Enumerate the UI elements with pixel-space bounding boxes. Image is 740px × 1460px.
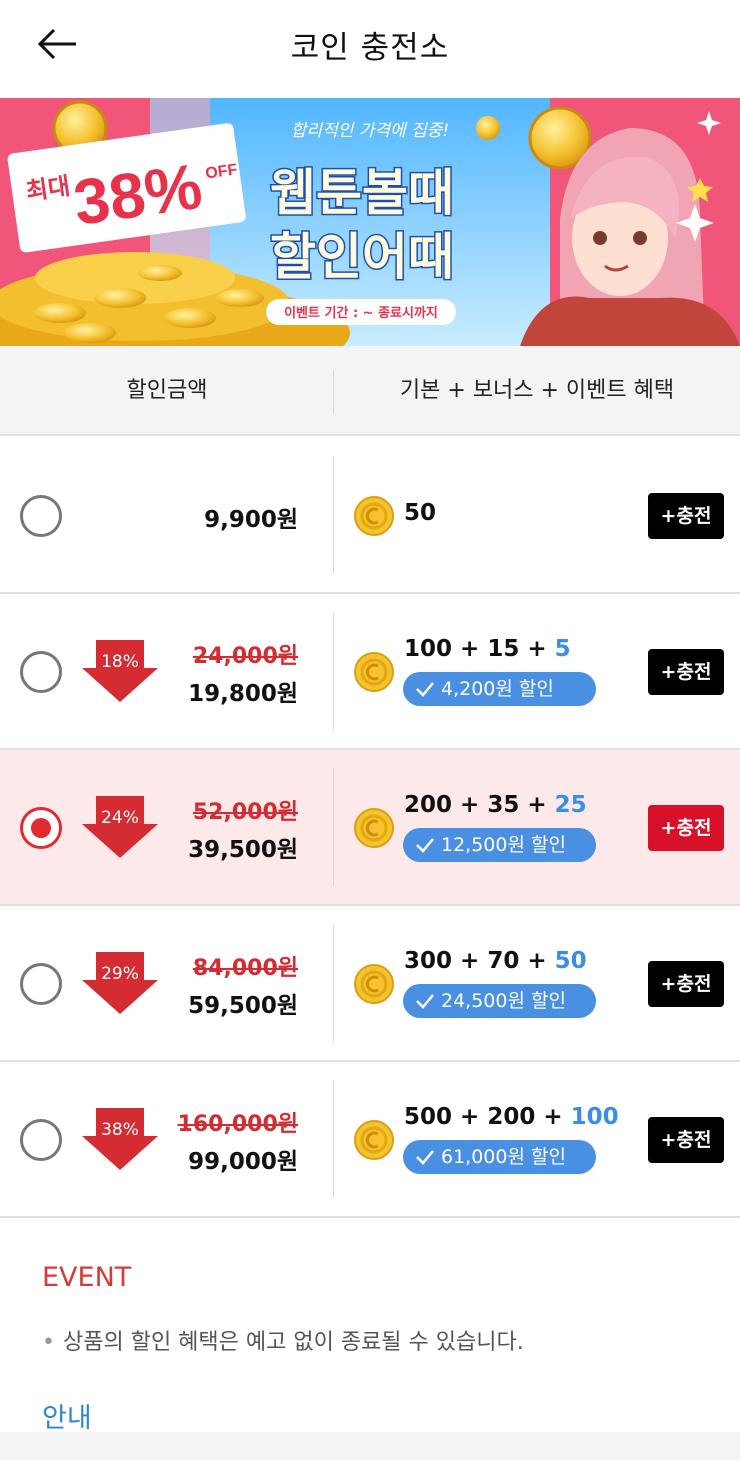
charge-button[interactable]: +충전 bbox=[648, 493, 724, 539]
down-arrow-icon bbox=[82, 640, 158, 702]
column-divider bbox=[333, 456, 334, 574]
saving-badge: 4,200원 할인 bbox=[403, 672, 596, 706]
package-row-59500[interactable]: 29% 84,000원 59,500원 300 + 70 + 50 24,500… bbox=[0, 906, 740, 1062]
original-price: 160,000원 bbox=[177, 1112, 298, 1137]
app-header: 코인 충전소 bbox=[0, 0, 740, 98]
original-price: 52,000원 bbox=[192, 800, 298, 825]
charge-button[interactable]: +충전 bbox=[648, 1117, 724, 1163]
down-arrow-icon bbox=[82, 952, 158, 1014]
column-header-benefit: 기본 + 보너스 + 이벤트 혜택 bbox=[399, 378, 675, 403]
package-radio[interactable] bbox=[20, 651, 62, 693]
discount-percent: 24% bbox=[101, 808, 139, 828]
saving-badge: 61,000원 할인 bbox=[403, 1140, 596, 1174]
page-title: 코인 충전소 bbox=[290, 30, 450, 66]
down-arrow-icon bbox=[82, 1108, 158, 1170]
coin-amount: 200 + 35 + 25 bbox=[404, 792, 587, 818]
svg-text:할인어때: 할인어때 bbox=[270, 228, 454, 286]
svg-text:이벤트 기간 : ~ 종료시까지: 이벤트 기간 : ~ 종료시까지 bbox=[284, 305, 438, 321]
sale-price: 99,000원 bbox=[188, 1149, 298, 1175]
sale-price: 59,500원 bbox=[188, 993, 298, 1019]
package-row-9900[interactable]: 9,900원 50 +충전 bbox=[0, 438, 740, 594]
check-icon bbox=[416, 1150, 434, 1165]
column-divider bbox=[333, 924, 334, 1042]
coin-amount: 500 + 200 + 100 bbox=[404, 1104, 619, 1130]
column-divider bbox=[333, 1080, 334, 1198]
coin-icon bbox=[354, 652, 394, 692]
charge-button[interactable]: +충전 bbox=[648, 961, 724, 1007]
column-divider bbox=[333, 612, 334, 730]
promo-banner[interactable]: 최대 38% OFF 합리적인 가격에 집중! 웹툰볼때 할인어때 이벤트 기간… bbox=[0, 98, 740, 346]
column-header-price: 할인금액 bbox=[126, 378, 208, 403]
package-radio[interactable] bbox=[20, 495, 62, 537]
charge-button[interactable]: +충전 bbox=[648, 805, 724, 851]
coin-icon bbox=[354, 808, 394, 848]
charge-button[interactable]: +충전 bbox=[648, 649, 724, 695]
coin-amount: 100 + 15 + 5 bbox=[404, 636, 571, 662]
saving-badge: 12,500원 할인 bbox=[403, 828, 596, 862]
package-radio[interactable] bbox=[20, 1119, 62, 1161]
sale-price: 19,800원 bbox=[188, 681, 298, 707]
sale-price: 39,500원 bbox=[188, 837, 298, 863]
package-row-19800[interactable]: 18% 24,000원 19,800원 100 + 15 + 5 4,200원 … bbox=[0, 594, 740, 750]
info-heading[interactable]: 안내 bbox=[42, 1396, 92, 1435]
package-radio[interactable] bbox=[20, 807, 62, 849]
bullet-icon: • bbox=[42, 1330, 55, 1355]
package-radio[interactable] bbox=[20, 963, 62, 1005]
svg-text:웹툰볼때: 웹툰볼때 bbox=[270, 164, 454, 222]
table-header: 할인금액 기본 + 보너스 + 이벤트 혜택 bbox=[0, 346, 740, 436]
saving-badge: 24,500원 할인 bbox=[403, 984, 596, 1018]
down-arrow-icon bbox=[82, 796, 158, 858]
svg-text:합리적인 가격에 집중!: 합리적인 가격에 집중! bbox=[291, 121, 449, 141]
discount-percent: 29% bbox=[101, 964, 139, 984]
event-heading: EVENT bbox=[42, 1262, 132, 1293]
sale-price: 9,900원 bbox=[204, 507, 298, 533]
check-icon bbox=[416, 838, 434, 853]
discount-percent: 38% bbox=[101, 1120, 139, 1140]
package-row-99000[interactable]: 38% 160,000원 99,000원 500 + 200 + 100 61,… bbox=[0, 1062, 740, 1218]
check-icon bbox=[416, 994, 434, 1009]
original-price: 84,000원 bbox=[192, 956, 298, 981]
original-price: 24,000원 bbox=[192, 644, 298, 669]
discount-percent: 18% bbox=[101, 652, 139, 672]
coin-icon bbox=[354, 1120, 394, 1160]
bottom-strip bbox=[0, 1432, 740, 1460]
banner-illustration: 최대 38% OFF 합리적인 가격에 집중! 웹툰볼때 할인어때 이벤트 기간… bbox=[0, 98, 740, 346]
column-divider bbox=[333, 768, 334, 886]
event-note: • 상품의 할인 혜택은 예고 없이 종료될 수 있습니다. bbox=[42, 1330, 524, 1355]
coin-amount: 50 bbox=[404, 500, 437, 526]
check-icon bbox=[416, 682, 434, 697]
coin-icon bbox=[354, 964, 394, 1004]
coin-amount: 300 + 70 + 50 bbox=[404, 948, 587, 974]
coin-icon bbox=[354, 496, 394, 536]
package-row-39500[interactable]: 24% 52,000원 39,500원 200 + 35 + 25 12,500… bbox=[0, 750, 740, 906]
